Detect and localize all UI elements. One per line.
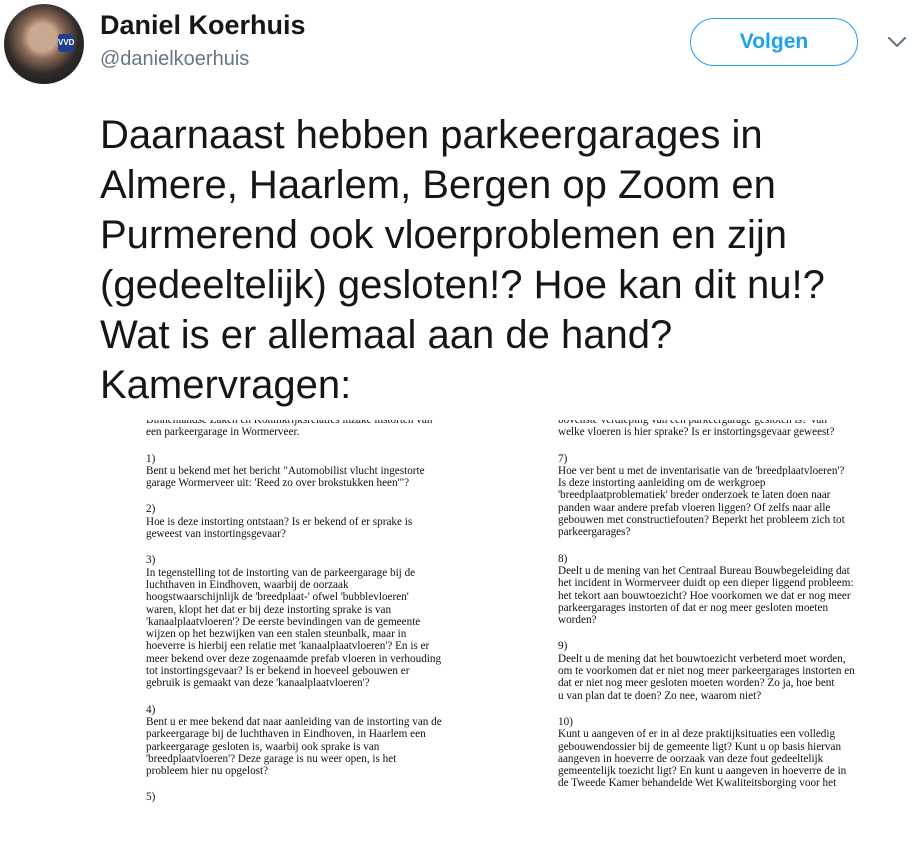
document-paragraph: bovenste verdieping van een parkeergarag… [558,420,835,439]
document-paragraph: 3) In tegenstelling tot de instorting van… [146,554,442,690]
attached-document-image[interactable]: Binnenlandse Zaken en Koninkrijksrelatie… [100,420,912,843]
document-paragraph: 4) Bent u er mee bekend dat naar aanleidi… [146,703,442,778]
follow-button[interactable]: Volgen [690,18,858,66]
document-right-column: bovenste verdieping van een parkeergarag… [558,420,898,804]
display-name[interactable]: Daniel Koerhuis [100,10,306,41]
document-paragraph: 9) Deelt u de mening dat het bouwtoezicht… [558,640,855,702]
document-left-column: Binnenlandse Zaken en Koninkrijksrelatie… [146,420,486,818]
avatar[interactable]: VVD [4,4,84,84]
document-paragraph: 8) Deelt u de mening van het Centraal Bur… [558,552,854,627]
document-paragraph: 1) Bent u bekend met het bericht "Automob… [146,452,425,490]
document-paragraph: 2) Hoe is deze instorting ontstaan? Is er… [146,503,413,541]
document-paragraph: 7) Hoe ver bent u met de inventarisatie v… [558,452,845,539]
party-badge: VVD [58,34,74,52]
document-paragraph: 10) Kunt u aangeven of er in al deze prak… [558,715,847,790]
tweet-text: Daarnaast hebben parkeergarages in Almer… [100,113,825,407]
document-paragraph: 5) [146,791,156,804]
user-handle[interactable]: @danielkoerhuis [100,48,249,71]
document-paragraph: Binnenlandse Zaken en Koninkrijksrelatie… [146,420,433,439]
chevron-down-icon[interactable] [886,34,908,50]
